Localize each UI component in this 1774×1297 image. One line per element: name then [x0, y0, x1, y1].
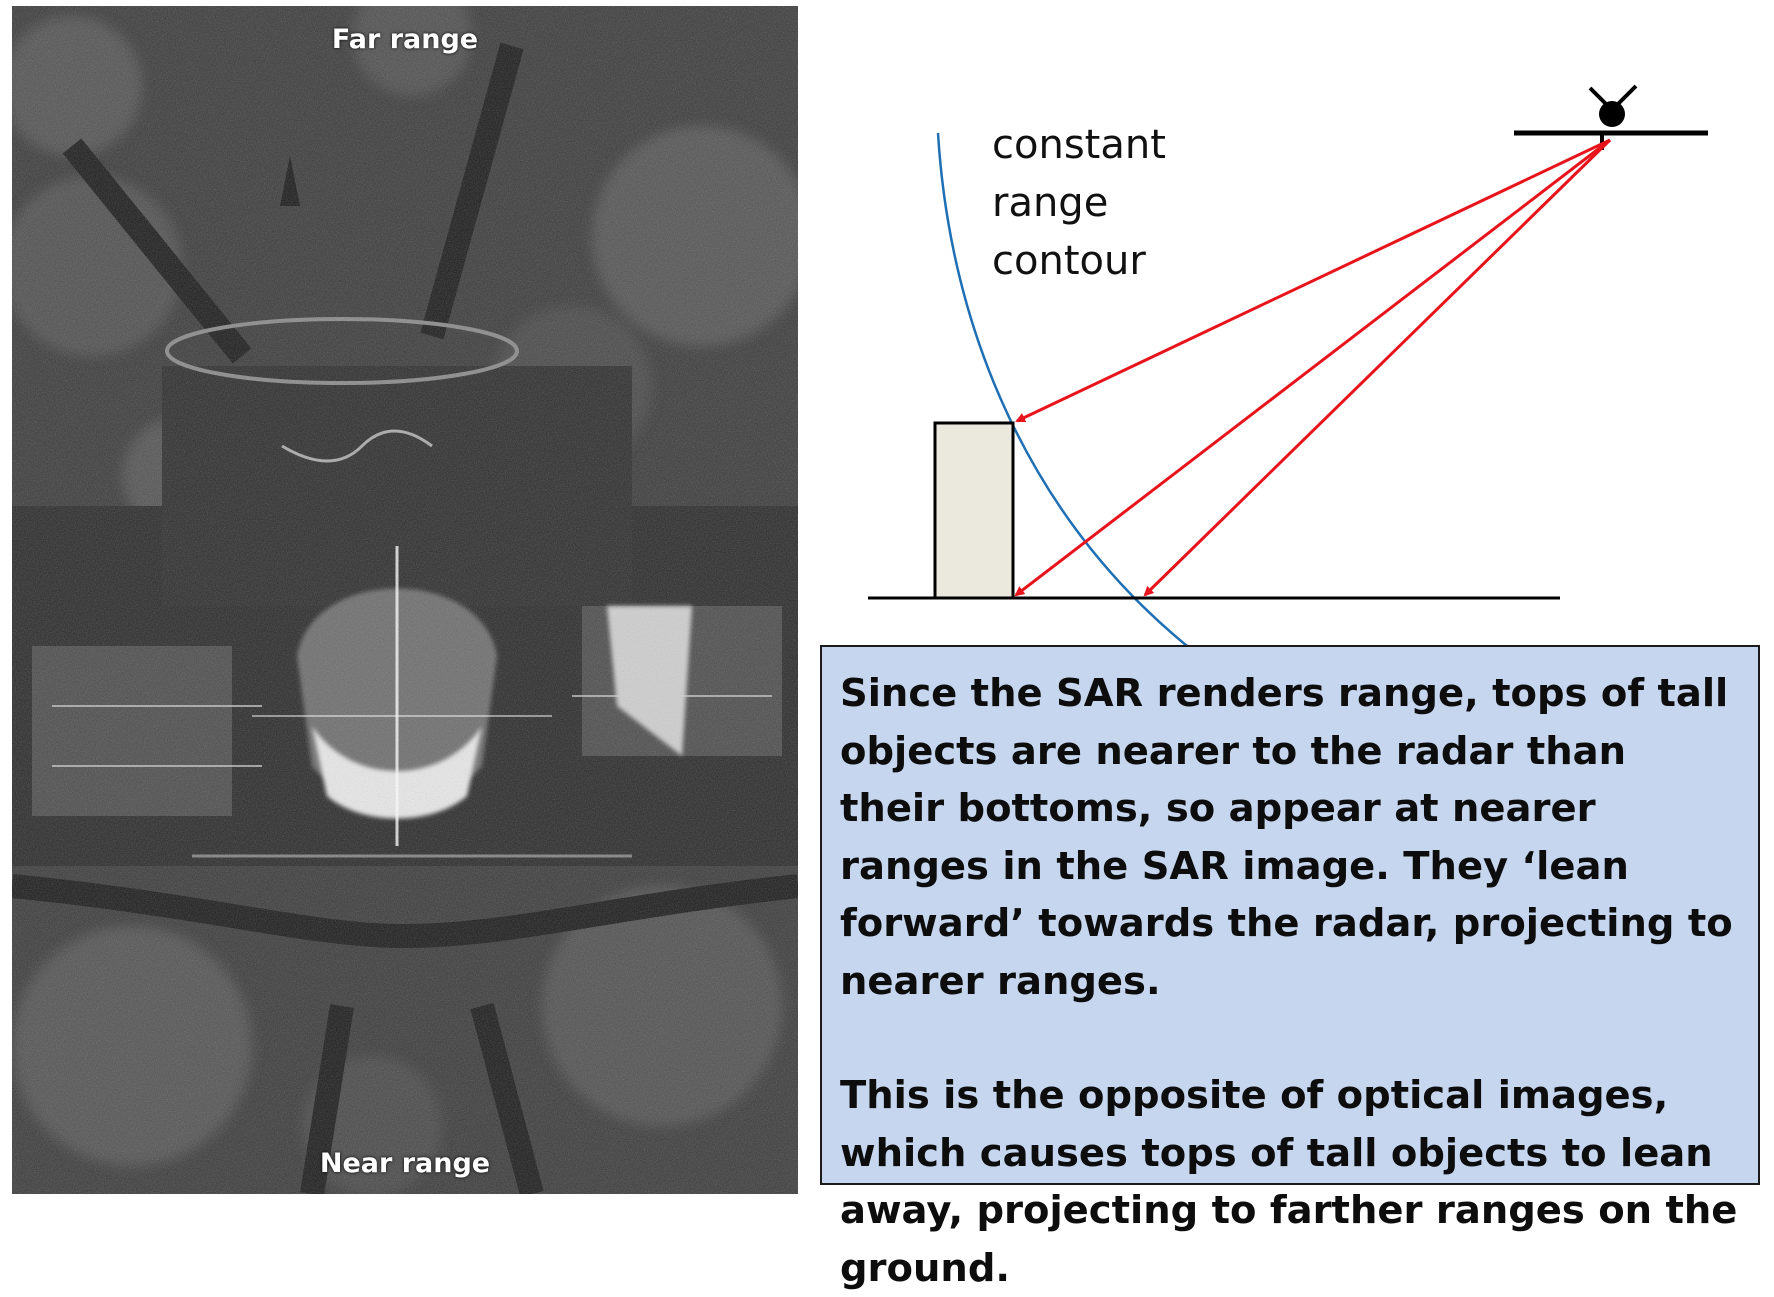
contour-label-line-2: range — [992, 180, 1109, 226]
geometry-diagram — [868, 84, 1708, 651]
contour-label-line-3: contour — [992, 238, 1146, 284]
near-range-label: Near range — [319, 1148, 491, 1179]
radar-antenna-icon — [1599, 101, 1625, 127]
tall-building — [933, 421, 1015, 600]
ray-to-ground-contour — [1143, 138, 1612, 597]
speckle-texture — [12, 6, 798, 1194]
sar-image-canvas — [12, 6, 798, 1194]
far-range-label: Far range — [331, 24, 479, 55]
radar-platform — [1514, 84, 1708, 150]
caption-box: Since the SAR renders range, tops of tal… — [820, 645, 1760, 1291]
contour-label-line-1: constant — [992, 122, 1166, 168]
caption-paragraph-1: Since the SAR renders range, tops of tal… — [840, 671, 1733, 1004]
sar-image: Far range Near range — [12, 6, 798, 1194]
caption-paragraph-2: This is the opposite of optical images, … — [840, 1073, 1738, 1291]
